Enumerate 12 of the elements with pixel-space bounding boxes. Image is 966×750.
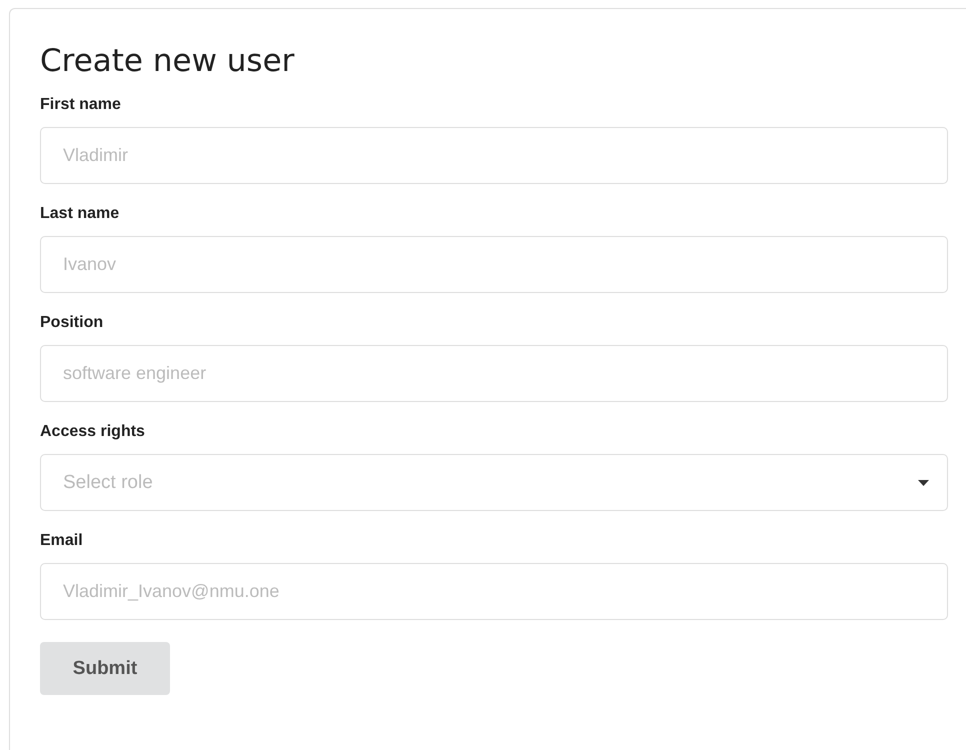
field-label: First name: [40, 95, 122, 115]
input-field[interactable]: software engineer: [40, 345, 948, 402]
submit-button[interactable]: Submit: [40, 642, 170, 695]
form-title: Create new user: [40, 42, 296, 81]
caret-icon: [918, 480, 929, 486]
field-label: Position: [40, 313, 104, 333]
input-field[interactable]: Vladimir: [40, 127, 948, 184]
field-label: Email: [40, 531, 84, 551]
field-label: Last name: [40, 204, 120, 224]
input-field[interactable]: Vladimir_Ivanov@nmu.one: [40, 563, 948, 620]
field-label: Access rights: [40, 422, 146, 442]
input-field[interactable]: Ivanov: [40, 236, 948, 293]
